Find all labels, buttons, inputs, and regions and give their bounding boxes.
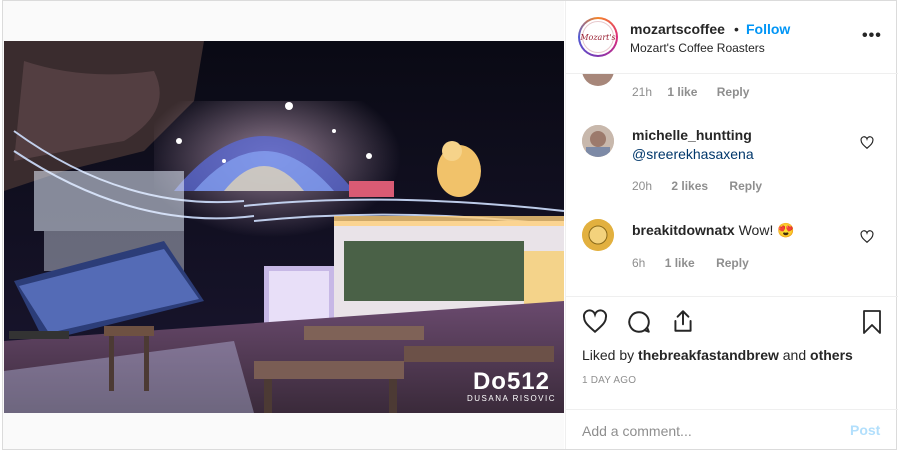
- profile-avatar[interactable]: Mozart's: [578, 17, 618, 57]
- avatar-photo: [582, 125, 614, 157]
- comment-time[interactable]: 20h: [632, 179, 652, 193]
- post-comment-button[interactable]: Post: [850, 422, 880, 438]
- like-comment-heart-icon[interactable]: [860, 136, 874, 150]
- comment-username[interactable]: breakitdownatx: [632, 222, 735, 238]
- more-options-icon[interactable]: •••: [862, 27, 882, 45]
- follow-button[interactable]: Follow: [746, 21, 790, 37]
- header-separator: •: [734, 21, 739, 37]
- avatar[interactable]: [582, 219, 614, 251]
- comment-mention[interactable]: @sreerekhasaxena: [632, 146, 754, 162]
- add-comment-bar: Post: [566, 409, 898, 451]
- post-date[interactable]: 1 DAY AGO: [582, 375, 636, 386]
- add-comment-input[interactable]: [582, 422, 812, 440]
- watermark-logo: Do512: [472, 368, 551, 395]
- comment-time[interactable]: 6h: [632, 256, 645, 270]
- holiday-lights-scene: [4, 41, 564, 413]
- like-heart-icon[interactable]: [582, 309, 608, 335]
- comment-likes[interactable]: 1 like: [667, 85, 697, 99]
- share-icon[interactable]: [670, 308, 696, 334]
- liked-by-text: Liked by thebreakfastandbrew and others: [582, 347, 853, 363]
- comment-text: Wow! 😍: [738, 222, 795, 238]
- avatar-badge: [582, 219, 614, 251]
- reply-button[interactable]: Reply: [716, 256, 749, 270]
- profile-username[interactable]: mozartscoffee: [630, 21, 725, 37]
- like-comment-heart-icon[interactable]: [860, 230, 874, 244]
- comment-meta: 20h 2 likes Reply: [632, 179, 762, 193]
- comment-bubble-icon[interactable]: [626, 309, 652, 335]
- comment-meta: 6h 1 like Reply: [632, 256, 749, 270]
- liked-and: and: [782, 347, 807, 363]
- post-container: Do512 DUSANA RISOVIC Mozart's mozartscof…: [2, 0, 898, 450]
- post-header: Mozart's mozartscoffee • Follow Mozart's…: [566, 1, 898, 74]
- comment-likes[interactable]: 1 like: [665, 256, 695, 270]
- comment-likes[interactable]: 2 likes: [671, 179, 708, 193]
- avatar[interactable]: [582, 74, 614, 86]
- reply-button[interactable]: Reply: [717, 85, 750, 99]
- photo-watermark: Do512 DUSANA RISOVIC: [466, 368, 556, 404]
- comment-time[interactable]: 21h: [632, 85, 652, 99]
- liked-user-link[interactable]: thebreakfastandbrew: [638, 347, 779, 363]
- comment-list[interactable]: 21h 1 like Reply michelle_huntting @sree…: [566, 74, 898, 295]
- save-bookmark-icon[interactable]: [860, 309, 884, 335]
- liked-others-link[interactable]: others: [810, 347, 853, 363]
- post-actions: Liked by thebreakfastandbrew and others …: [566, 296, 898, 450]
- profile-location[interactable]: Mozart's Coffee Roasters: [630, 41, 765, 55]
- post-sidebar: Mozart's mozartscoffee • Follow Mozart's…: [565, 1, 898, 449]
- photo-area: Do512 DUSANA RISOVIC: [3, 1, 564, 449]
- watermark-credit: DUSANA RISOVIC: [466, 394, 556, 403]
- post-photo[interactable]: Do512 DUSANA RISOVIC: [4, 41, 564, 413]
- comment-body: breakitdownatx Wow! 😍: [632, 221, 852, 240]
- avatar[interactable]: [582, 125, 614, 157]
- comment-body: michelle_huntting @sreerekhasaxena: [632, 126, 852, 164]
- liked-prefix: Liked by: [582, 347, 635, 363]
- reply-button[interactable]: Reply: [729, 179, 762, 193]
- avatar-logo: Mozart's: [580, 21, 616, 53]
- comment-username[interactable]: michelle_huntting: [632, 127, 752, 143]
- comment-meta: 21h 1 like Reply: [632, 85, 749, 99]
